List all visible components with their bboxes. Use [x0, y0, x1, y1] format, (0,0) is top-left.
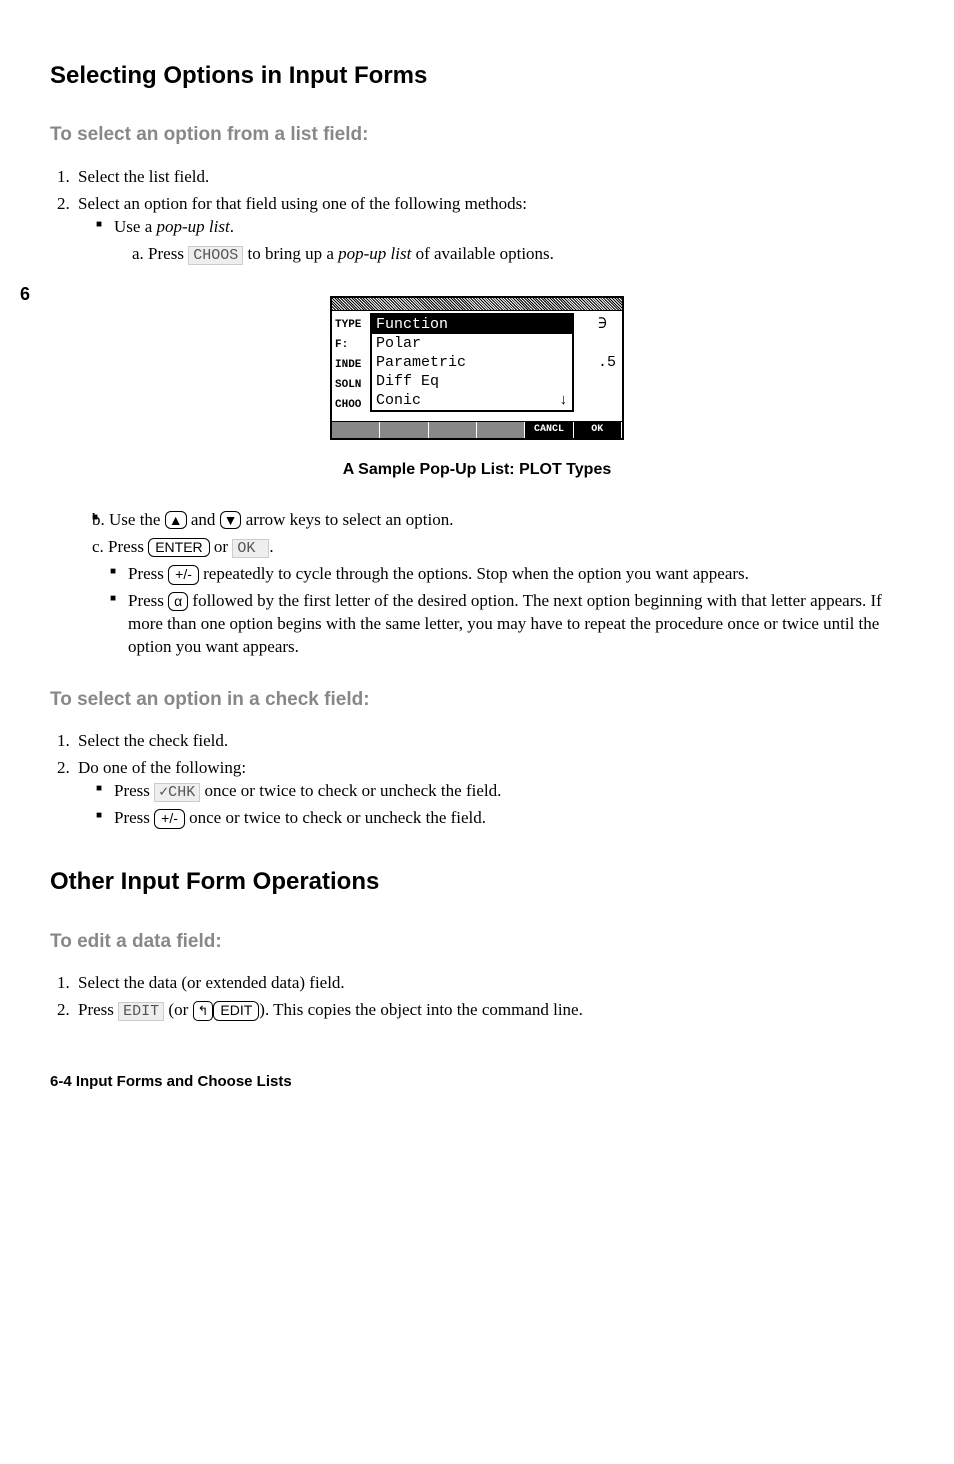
popup-row-label: Parametric [376, 354, 466, 371]
figure-caption: A Sample Pop-Up List: PLOT Types [50, 459, 904, 481]
popup-row-label: Diff Eq [376, 373, 439, 390]
right-values: ∋ .5 [598, 315, 616, 373]
text: arrow keys to select an option. [241, 510, 453, 529]
text: b. Use the [92, 510, 165, 529]
text: Do one of the following: [78, 758, 246, 777]
label-type: TYPE [335, 315, 361, 335]
calc-title-bar [332, 298, 622, 311]
down-arrow-key: ▼ [220, 511, 242, 530]
popup-row-diffeq: Diff Eq [372, 372, 572, 391]
check-step-2: Do one of the following: Press ✓CHK once… [74, 757, 904, 830]
popup-row-label: Function [376, 316, 448, 333]
text: (or [164, 1000, 192, 1019]
menu-slot-cancl: CANCL [525, 422, 573, 438]
edit-step-1: Select the data (or extended data) field… [74, 972, 904, 995]
calculator-screen: TYPE F: INDE SOLN CHOO ∋ .5 Function Pol… [330, 296, 624, 440]
menu-slot-4 [477, 422, 525, 438]
menu-slot-2 [380, 422, 428, 438]
enter-key: ENTER [148, 538, 209, 558]
method-alpha: Press α followed by the first letter of … [110, 590, 904, 659]
text: Press [114, 808, 154, 827]
text: to bring up a [243, 244, 338, 263]
edit-step-2: Press EDIT (or ↰EDIT). This copies the o… [74, 999, 904, 1022]
text: Press [78, 1000, 118, 1019]
plusminus-key: +/- [168, 565, 199, 585]
up-arrow-key: ▲ [165, 511, 187, 530]
section-heading-edit-data: To edit a data field: [50, 929, 904, 955]
text: once or twice to check or uncheck the fi… [185, 808, 486, 827]
calc-softmenu: CANCL OK [332, 421, 622, 438]
edit-data-steps: Select the data (or extended data) field… [50, 972, 904, 1022]
popup-row-function: Function [372, 315, 572, 334]
label-f: F: [335, 335, 361, 355]
popup-list-box: Function Polar Parametric Diff Eq Conic ↓ [370, 313, 574, 412]
text: Press [114, 781, 154, 800]
plusminus-key: +/- [154, 809, 185, 829]
popup-row-polar: Polar [372, 334, 572, 353]
text: Use a [114, 217, 156, 236]
text: c. Press [92, 537, 148, 556]
method-cycle: Press +/- repeatedly to cycle through th… [110, 563, 904, 586]
substep-b: b. Use the ▲ and ▼ arrow keys to select … [92, 509, 904, 532]
leftshift-key: ↰ [193, 1001, 214, 1021]
section-heading-list-field: To select an option from a list field: [50, 122, 904, 148]
scroll-down-icon: ↓ [559, 391, 568, 410]
page-title: Selecting Options in Input Forms [50, 60, 904, 92]
label-choo: CHOO [335, 395, 361, 415]
figure-popup-list: TYPE F: INDE SOLN CHOO ∋ .5 Function Pol… [50, 296, 904, 445]
popup-list-term: pop-up list [338, 244, 411, 263]
text: ). This copies the object into the comma… [259, 1000, 583, 1019]
method-popup-list: Use a pop-up list. a. Press CHOOS to bri… [96, 216, 904, 266]
step-1: Select the list field. [74, 166, 904, 189]
page-footer: 6-4 Input Forms and Choose Lists [50, 1072, 904, 1092]
bg-val-2: .5 [598, 353, 616, 373]
text: Press [128, 564, 168, 583]
section-heading-check-field: To select an option in a check field: [50, 687, 904, 713]
menu-slot-1 [332, 422, 380, 438]
section-title-other-ops: Other Input Form Operations [50, 866, 904, 898]
text: once or twice to check or uncheck the fi… [200, 781, 501, 800]
label-inde: INDE [335, 355, 361, 375]
popup-row-parametric: Parametric [372, 353, 572, 372]
menu-slot-3 [429, 422, 477, 438]
ok-menukey: OK [232, 539, 269, 558]
continuation-popup-method: b. Use the ▲ and ▼ arrow keys to select … [92, 509, 904, 559]
edit-menukey: EDIT [118, 1002, 164, 1021]
text: of available options. [411, 244, 554, 263]
text: repeatedly to cycle through the options.… [199, 564, 749, 583]
check-step-1: Select the check field. [74, 730, 904, 753]
chk-menukey: ✓CHK [154, 783, 200, 802]
check-method-plusminus: Press +/- once or twice to check or unch… [96, 807, 904, 830]
substep-c: c. Press ENTER or OK . [92, 536, 904, 559]
popup-row-conic: Conic ↓ [372, 391, 572, 410]
text: Press [128, 591, 168, 610]
menu-slot-ok: OK [574, 422, 622, 438]
popup-list-term: pop-up list [156, 217, 229, 236]
field-labels-column: TYPE F: INDE SOLN CHOO [335, 315, 361, 415]
check-field-steps: Select the check field. Do one of the fo… [50, 730, 904, 830]
step-2-text: Select an option for that field using on… [78, 194, 527, 213]
label-soln: SOLN [335, 375, 361, 395]
check-method-chk: Press ✓CHK once or twice to check or unc… [96, 780, 904, 803]
bg-val-1: ∋ [598, 315, 616, 335]
chapter-margin-number: 6 [20, 282, 30, 306]
popup-row-label: Conic [376, 392, 421, 409]
text: . [269, 537, 273, 556]
text: followed by the first letter of the desi… [128, 591, 882, 656]
edit-key: EDIT [213, 1001, 259, 1021]
text: or [210, 537, 233, 556]
alpha-key: α [168, 592, 188, 611]
text: and [187, 510, 220, 529]
popup-row-label: Polar [376, 335, 421, 352]
choos-menukey: CHOOS [188, 246, 243, 265]
step-2: Select an option for that field using on… [74, 193, 904, 266]
substep-a: a. Press CHOOS to bring up a pop-up list… [132, 243, 904, 266]
list-field-steps: Select the list field. Select an option … [50, 166, 904, 266]
text: . [230, 217, 234, 236]
text: a. Press [132, 244, 188, 263]
